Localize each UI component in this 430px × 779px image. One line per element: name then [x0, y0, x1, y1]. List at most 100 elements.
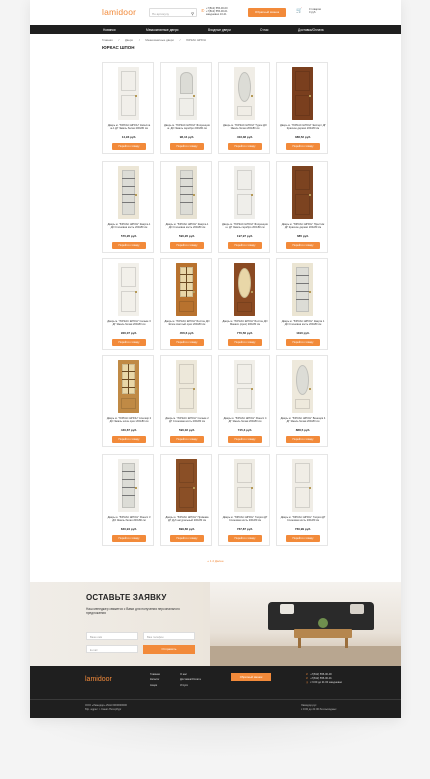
cart-icon[interactable]: 🛒: [296, 8, 302, 14]
nav-item-new[interactable]: Новинки: [103, 28, 115, 32]
product-name[interactable]: Дверь м. "ЮРКАС ШПОН" Бостон ДО Шпон све…: [164, 320, 210, 326]
product-card[interactable]: Дверь м. "ЮРКАС ШПОН" Альтаир 2 ДО Эмаль…: [102, 355, 154, 447]
nav-item-entrance-doors[interactable]: Входные двери: [208, 28, 231, 32]
view-product-button[interactable]: Перейти к товару: [286, 242, 320, 249]
view-product-button[interactable]: Перейти к товару: [286, 339, 320, 346]
product-card[interactable]: Дверь м. "ЮРКАС ШПОН" Венеция 4 ДГ Эмаль…: [276, 355, 328, 447]
logo[interactable]: lamidoor: [102, 7, 136, 17]
door-image[interactable]: [118, 263, 139, 316]
product-name[interactable]: Дверь м. "ЮРКАС ШПОН" Сальве 3 ДГ Эмаль …: [106, 320, 152, 326]
name-field[interactable]: Ваше имя: [86, 632, 138, 640]
view-product-button[interactable]: Перейти к товару: [170, 339, 204, 346]
product-name[interactable]: Дверь м. "ЮРКАС ШПОН" Ренесс 3 ДО Эмаль …: [106, 516, 152, 522]
door-image[interactable]: [292, 459, 313, 512]
nav-item-delivery[interactable]: Доставка/Оплата: [298, 28, 324, 32]
footer-callback-button[interactable]: Обратный звонок: [231, 673, 271, 681]
product-card[interactable]: Дверь м. "ЮРКАС ШПОН" Сальве 3 ДГ Эмаль …: [102, 258, 154, 350]
product-name[interactable]: Дверь м. "ЮРКАС ШПОН" Турин ДО Эмаль бел…: [222, 124, 268, 130]
cart-summary[interactable]: 0 товаров 0 руб.: [309, 8, 321, 15]
email-field[interactable]: E-mail: [86, 645, 138, 653]
search-icon[interactable]: ⚲: [191, 11, 194, 16]
view-product-button[interactable]: Перейти к товару: [286, 436, 320, 443]
search-input[interactable]: По артикулу ⚲: [149, 8, 197, 17]
door-image[interactable]: [118, 67, 139, 120]
view-product-button[interactable]: Перейти к товару: [170, 535, 204, 542]
breadcrumb-item[interactable]: Двери: [125, 38, 133, 42]
product-card[interactable]: Дверь м. "ЮРКАС ШПОН" Глория ДГ Слоновая…: [276, 454, 328, 546]
product-name[interactable]: Дверь м. "ЮРКАС ШПОН" Глория ДГ Слоновая…: [280, 516, 326, 522]
door-image[interactable]: [118, 360, 139, 413]
product-card[interactable]: Дверь м. "ЮРКАС ШПОН" Кварта-1 ДО Слонов…: [102, 161, 154, 253]
pagination[interactable]: « 1 2 Далее: [30, 559, 401, 563]
product-name[interactable]: Дверь м. "ЮРКАС ШПОН" Примава ДГ Дуб нат…: [164, 516, 210, 522]
view-product-button[interactable]: Перейти к товару: [170, 436, 204, 443]
view-product-button[interactable]: Перейти к товару: [112, 339, 146, 346]
product-card[interactable]: Дверь м. "ЮРКАС ШПОН" Турин ДО Эмаль бел…: [218, 62, 270, 154]
product-name[interactable]: Дверь м. "ЮРКАС ШПОН" Сальве 2 ДГ Слонов…: [164, 417, 210, 423]
product-card[interactable]: Дверь м. "ЮРКАС ШПОН" Флоренция ш. ДО Эм…: [160, 62, 212, 154]
footer-phone[interactable]: +7(812) 555-00-00: [310, 673, 332, 676]
door-image[interactable]: [234, 459, 255, 512]
view-product-button[interactable]: Перейти к товару: [228, 339, 262, 346]
view-product-button[interactable]: Перейти к товару: [286, 535, 320, 542]
product-name[interactable]: Дверь м. "ЮРКАС ШПОН" Престиж ДГ Красное…: [280, 223, 326, 229]
door-image[interactable]: [118, 459, 139, 512]
nav-item-about[interactable]: О нас: [260, 28, 269, 32]
product-card[interactable]: Дверь м. "ЮРКАС ШПОН" Ренесс 4 ДГ Эмаль …: [218, 355, 270, 447]
view-product-button[interactable]: Перейти к товару: [228, 242, 262, 249]
view-product-button[interactable]: Перейти к товару: [112, 436, 146, 443]
view-product-button[interactable]: Перейти к товару: [286, 143, 320, 150]
product-name[interactable]: Дверь м. "ЮРКАС ШПОН" Флоренция ш. ДГ Эм…: [222, 223, 268, 229]
product-name[interactable]: Дверь м. "ЮРКАС ШПОН" Бостон ДО Макаси (…: [222, 320, 268, 326]
product-name[interactable]: Дверь м. "ЮРКАС ШПОН" Глория ДГ Слоновая…: [222, 516, 268, 522]
door-image[interactable]: [234, 360, 255, 413]
door-image[interactable]: [176, 360, 197, 413]
footer-logo[interactable]: lamidoor: [85, 676, 112, 683]
door-image[interactable]: [292, 67, 313, 120]
product-card[interactable]: Дверь м. "ЮРКАС ШПОН" Эксперт ДГ Красное…: [276, 62, 328, 154]
product-card[interactable]: Дверь м. "ЮРКАС ШПОН" Бостон ДО Шпон све…: [160, 258, 212, 350]
breadcrumb-item[interactable]: Межкомнатные двери: [145, 38, 173, 42]
product-name[interactable]: Дверь м. "ЮРКАС ШПОН" Кварта 1 ДО Слонов…: [280, 320, 326, 326]
door-image[interactable]: [118, 166, 139, 219]
view-product-button[interactable]: Перейти к товару: [112, 143, 146, 150]
view-product-button[interactable]: Перейти к товару: [228, 143, 262, 150]
door-image[interactable]: [292, 360, 313, 413]
product-name[interactable]: Дверь м. "ЮРКАС ШПОН" Эксперт ДГ Красное…: [280, 124, 326, 130]
door-image[interactable]: [234, 166, 255, 219]
view-product-button[interactable]: Перейти к товару: [228, 535, 262, 542]
product-name[interactable]: Дверь м. "ЮРКАС ШПОН" Флоренция ш. ДО Эм…: [164, 124, 210, 130]
door-image[interactable]: [176, 459, 197, 512]
product-card[interactable]: Дверь м. "ЮРКАС ШПОН" Капелла ш-1 ДГ Эма…: [102, 62, 154, 154]
footer-link[interactable]: Услуги: [180, 683, 201, 688]
view-product-button[interactable]: Перейти к товару: [170, 143, 204, 150]
send-button[interactable]: Отправить: [143, 645, 195, 654]
door-image[interactable]: [234, 67, 255, 120]
product-name[interactable]: Дверь м. "ЮРКАС ШПОН" Кварта-1 ДО Слонов…: [106, 223, 152, 229]
product-name[interactable]: Дверь м. "ЮРКАС ШПОН" Капелла ш-1 ДГ Эма…: [106, 124, 152, 130]
product-card[interactable]: Дверь м. "ЮРКАС ШПОН" Флоренция ш. ДГ Эм…: [218, 161, 270, 253]
product-card[interactable]: Дверь м. "ЮРКАС ШПОН" Престиж ДГ Красное…: [276, 161, 328, 253]
product-card[interactable]: Дверь м. "ЮРКАС ШПОН" Ренесс 3 ДО Эмаль …: [102, 454, 154, 546]
view-product-button[interactable]: Перейти к товару: [112, 242, 146, 249]
nav-item-interior-doors[interactable]: Межкомнатные двери: [146, 28, 178, 32]
footer-phone[interactable]: +7(812) 555-00-01: [310, 677, 332, 680]
product-name[interactable]: Дверь м. "ЮРКАС ШПОН" Ренесс 4 ДГ Эмаль …: [222, 417, 268, 423]
footer-link[interactable]: Акции: [150, 683, 160, 688]
view-product-button[interactable]: Перейти к товару: [228, 436, 262, 443]
phone-field[interactable]: Ваш телефон: [143, 632, 195, 640]
product-name[interactable]: Дверь м. "ЮРКАС ШПОН" Кварта-1 ДО Слонов…: [164, 223, 210, 229]
view-product-button[interactable]: Перейти к товару: [170, 242, 204, 249]
product-card[interactable]: Дверь м. "ЮРКАС ШПОН" Кварта-1 ДО Слонов…: [160, 161, 212, 253]
door-image[interactable]: [292, 166, 313, 219]
door-image[interactable]: [176, 166, 197, 219]
product-card[interactable]: Дверь м. "ЮРКАС ШПОН" Сальве 2 ДГ Слонов…: [160, 355, 212, 447]
door-image[interactable]: [176, 67, 197, 120]
callback-button[interactable]: Обратный звонок: [248, 7, 286, 17]
product-card[interactable]: Дверь м. "ЮРКАС ШПОН" Глория ДГ Слоновая…: [218, 454, 270, 546]
product-name[interactable]: Дверь м. "ЮРКАС ШПОН" Венеция 4 ДГ Эмаль…: [280, 417, 326, 423]
door-image[interactable]: [292, 263, 313, 316]
door-image[interactable]: [234, 263, 255, 316]
product-name[interactable]: Дверь м. "ЮРКАС ШПОН" Альтаир 2 ДО Эмаль…: [106, 417, 152, 423]
product-card[interactable]: Дверь м. "ЮРКАС ШПОН" Примава ДГ Дуб нат…: [160, 454, 212, 546]
